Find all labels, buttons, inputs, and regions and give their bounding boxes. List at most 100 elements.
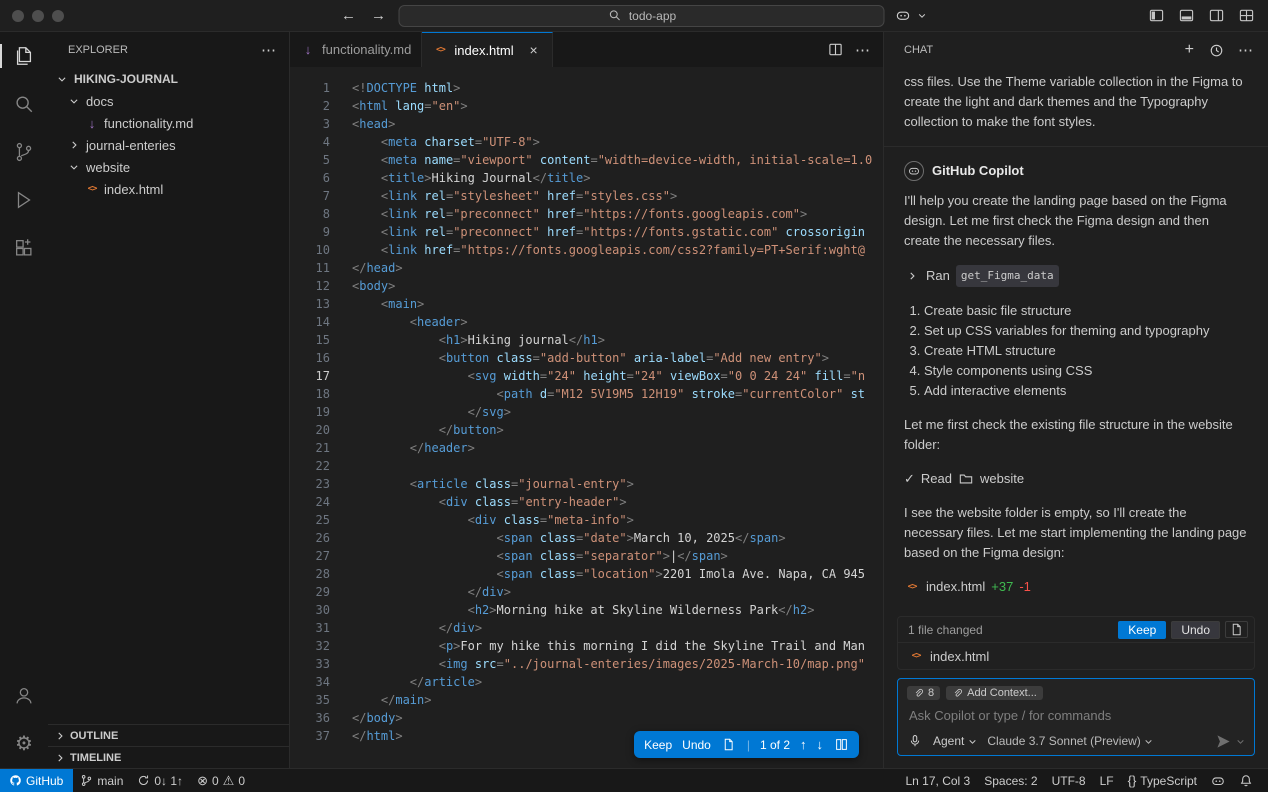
language-mode[interactable]: {} TypeScript — [1121, 769, 1204, 792]
extensions-icon[interactable] — [0, 224, 48, 272]
chat-history-icon[interactable] — [1208, 42, 1224, 58]
code-line[interactable]: 24 <div class="entry-header"> — [290, 493, 883, 511]
minimize-window-button[interactable] — [32, 9, 44, 22]
next-change-icon[interactable]: ↓ — [817, 737, 824, 752]
close-window-button[interactable] — [12, 9, 24, 22]
remote-indicator[interactable]: GitHub — [0, 769, 74, 792]
tree-item-journal-enteries[interactable]: journal-enteries — [48, 134, 289, 156]
tree-item-index-html[interactable]: <> index.html — [48, 178, 289, 200]
code-line[interactable]: 16 <button class="add-button" aria-label… — [290, 349, 883, 367]
mode-selector[interactable]: Agent — [933, 733, 977, 749]
timeline-section-header[interactable]: TIMELINE — [48, 746, 289, 768]
code-editor[interactable]: 1 <!DOCTYPE html> 2 <html lang="en"> 3 <head>… — [290, 67, 883, 768]
code-line[interactable]: 6 <title>Hiking Journal</title> — [290, 169, 883, 187]
eol-setting[interactable]: LF — [1093, 769, 1121, 792]
changed-file-row[interactable]: <> index.html — [898, 643, 1254, 669]
open-diff-icon[interactable] — [833, 737, 849, 753]
chat-input-placeholder[interactable]: Ask Copilot or type / for commands — [909, 708, 1245, 723]
view-changes-icon[interactable] — [1225, 621, 1248, 638]
toggle-panel-icon[interactable] — [1178, 8, 1194, 24]
code-line[interactable]: 30 <h2>Morning hike at Skyline Wildernes… — [290, 601, 883, 619]
attachment-count-chip[interactable]: 8 — [907, 686, 941, 700]
code-line[interactable]: 4 <meta charset="UTF-8"> — [290, 133, 883, 151]
copilot-status[interactable] — [1204, 769, 1232, 792]
tree-root-hiking-journal[interactable]: HIKING-JOURNAL — [48, 68, 289, 90]
code-line[interactable]: 23 <article class="journal-entry"> — [290, 475, 883, 493]
tool-call-run[interactable]: Ran get_Figma_data — [904, 265, 1248, 287]
cursor-position[interactable]: Ln 17, Col 3 — [899, 769, 978, 792]
code-line[interactable]: 11 </head> — [290, 259, 883, 277]
new-chat-icon[interactable]: + — [1185, 41, 1194, 59]
tab-index-html[interactable]: <> index.html × — [422, 32, 553, 67]
tree-item-functionality-md[interactable]: ↓ functionality.md — [48, 112, 289, 134]
previous-change-icon[interactable]: ↑ — [800, 737, 807, 752]
search-activity-icon[interactable] — [0, 80, 48, 128]
code-line[interactable]: 5 <meta name="viewport" content="width=d… — [290, 151, 883, 169]
run-debug-icon[interactable] — [0, 176, 48, 224]
tree-item-website[interactable]: website — [48, 156, 289, 178]
tool-call-read[interactable]: ✓ Read website — [904, 469, 1248, 489]
problems-indicator[interactable]: ⊗ 0 ⚠ 0 — [190, 769, 252, 792]
code-line[interactable]: 17 <svg width="24" height="24" viewBox="… — [290, 367, 883, 385]
copilot-menu-button[interactable] — [895, 8, 930, 24]
code-line[interactable]: 36 </body> — [290, 709, 883, 727]
settings-gear-icon[interactable]: ⚙ — [0, 720, 48, 768]
encoding-setting[interactable]: UTF-8 — [1045, 769, 1093, 792]
undo-all-button[interactable]: Undo — [1171, 620, 1220, 639]
undo-button[interactable]: Undo — [682, 738, 711, 752]
chat-more-actions-icon[interactable]: ⋯ — [1238, 41, 1254, 59]
code-line[interactable]: 2 <html lang="en"> — [290, 97, 883, 115]
code-line[interactable]: 28 <span class="location">2201 Imola Ave… — [290, 565, 883, 583]
code-line[interactable]: 21 </header> — [290, 439, 883, 457]
explorer-more-actions-icon[interactable]: ⋯ — [261, 41, 277, 59]
code-line[interactable]: 31 </div> — [290, 619, 883, 637]
split-editor-icon[interactable] — [827, 42, 843, 58]
open-file-icon[interactable] — [721, 737, 737, 753]
accounts-icon[interactable] — [0, 672, 48, 720]
edited-file-chip[interactable]: <> index.html +37 -1 — [904, 577, 1248, 597]
indentation-setting[interactable]: Spaces: 2 — [977, 769, 1044, 792]
model-selector[interactable]: Claude 3.7 Sonnet (Preview) — [987, 733, 1153, 749]
back-button[interactable]: ← — [339, 7, 359, 24]
code-line[interactable]: 12 <body> — [290, 277, 883, 295]
code-line[interactable]: 20 </button> — [290, 421, 883, 439]
sync-indicator[interactable]: 0↓ 1↑ — [130, 769, 190, 792]
code-line[interactable]: 22 — [290, 457, 883, 475]
code-line[interactable]: 3 <head> — [290, 115, 883, 133]
code-line[interactable]: 15 <h1>Hiking journal</h1> — [290, 331, 883, 349]
editor-more-actions-icon[interactable]: ⋯ — [855, 41, 871, 59]
code-line[interactable]: 19 </svg> — [290, 403, 883, 421]
code-line[interactable]: 33 <img src="../journal-enteries/images/… — [290, 655, 883, 673]
close-tab-icon[interactable]: × — [526, 42, 542, 58]
code-line[interactable]: 26 <span class="date">March 10, 2025</sp… — [290, 529, 883, 547]
explorer-icon[interactable] — [0, 32, 48, 80]
customize-layout-icon[interactable] — [1238, 8, 1254, 24]
toggle-primary-sidebar-icon[interactable] — [1148, 8, 1164, 24]
forward-button[interactable]: → — [369, 7, 389, 24]
branch-indicator[interactable]: main — [73, 769, 130, 792]
code-line[interactable]: 18 <path d="M12 5V19M5 12H19" stroke="cu… — [290, 385, 883, 403]
microphone-icon[interactable] — [907, 733, 923, 749]
toggle-secondary-sidebar-icon[interactable] — [1208, 8, 1224, 24]
code-line[interactable]: 27 <span class="separator">|</span> — [290, 547, 883, 565]
keep-all-button[interactable]: Keep — [1118, 620, 1167, 639]
chat-input-box[interactable]: 8 Add Context... Ask Copilot or type / f… — [897, 678, 1255, 756]
notifications-bell[interactable] — [1232, 769, 1260, 792]
search-bar[interactable]: todo-app — [398, 4, 885, 27]
code-line[interactable]: 8 <link rel="preconnect" href="https://f… — [290, 205, 883, 223]
keep-button[interactable]: Keep — [644, 738, 672, 752]
code-line[interactable]: 7 <link rel="stylesheet" href="styles.cs… — [290, 187, 883, 205]
add-context-chip[interactable]: Add Context... — [946, 686, 1043, 700]
outline-section-header[interactable]: OUTLINE — [48, 724, 289, 746]
code-line[interactable]: 32 <p>For my hike this morning I did the… — [290, 637, 883, 655]
send-icon[interactable] — [1215, 733, 1231, 749]
source-control-icon[interactable] — [0, 128, 48, 176]
code-line[interactable]: 10 <link href="https://fonts.googleapis.… — [290, 241, 883, 259]
chevron-down-icon[interactable] — [1235, 733, 1245, 749]
code-line[interactable]: 1 <!DOCTYPE html> — [290, 79, 883, 97]
tab-functionality-md[interactable]: ↓ functionality.md — [290, 32, 423, 67]
code-line[interactable]: 25 <div class="meta-info"> — [290, 511, 883, 529]
code-line[interactable]: 34 </article> — [290, 673, 883, 691]
tree-item-docs[interactable]: docs — [48, 90, 289, 112]
code-line[interactable]: 9 <link rel="preconnect" href="https://f… — [290, 223, 883, 241]
